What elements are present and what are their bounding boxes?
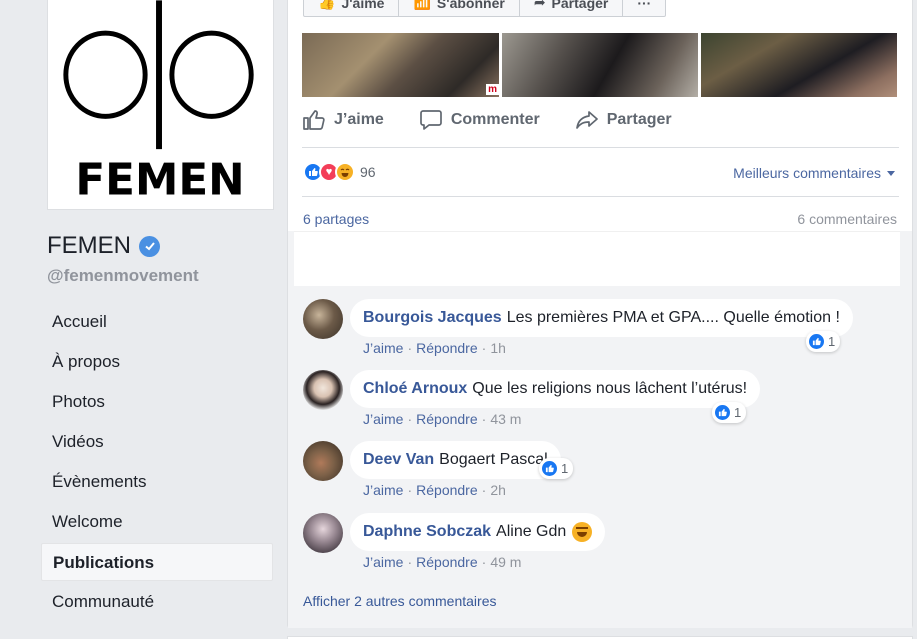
comment-author[interactable]: Daphne Sobczak [363,523,491,541]
post-photo-2[interactable] [502,33,698,97]
shares-count-link[interactable]: 6 partages [303,211,369,227]
avatar[interactable] [303,370,343,410]
comment-time[interactable]: 43 m [490,411,521,427]
reactions-summary[interactable]: ♥ 96 [303,162,376,182]
show-more-comments-link[interactable]: Afficher 2 autres commentaires [303,593,497,609]
comment-reaction-count[interactable]: 1 [712,402,747,423]
comment-reaction-count[interactable]: 1 [539,458,574,479]
comment-sort-label: Meilleurs commentaires [733,165,881,181]
comment-bubble: Bourgois Jacques Les premières PMA et GP… [350,299,853,337]
nav-item-videos[interactable]: Vidéos [41,423,273,461]
comment-reaction-count[interactable]: 1 [806,331,841,352]
comment-text: Les premières PMA et GPA.... Quelle émot… [506,309,840,326]
comment-label: Commenter [450,111,540,128]
more-options-button[interactable]: ··· [623,0,665,16]
comment-bubble: Deev Van Bogaert Pascal [350,441,561,479]
share-arrow-icon [575,111,598,129]
profile-picture[interactable]: FEMEN [47,0,274,210]
reaction-count: 1 [561,461,569,476]
comment-composer-area [294,231,900,286]
comment-author[interactable]: Bourgois Jacques [363,309,502,327]
femen-logo: FEMEN [63,0,254,206]
comment-reply-link[interactable]: Répondre [416,411,478,427]
divider [302,196,899,197]
comment-meta: J’aime · Répondre · 49 m [363,554,522,570]
page-handle[interactable]: @femenmovement [47,266,199,286]
post-card: 👍 J'aime 📶 S'abonner ➦ Partager ··· m J’… [287,0,913,628]
thumbs-up-icon: 👍 [318,0,336,10]
comment-sort-dropdown[interactable]: Meilleurs commentaires [733,165,895,181]
comment-like-link[interactable]: J’aime [363,340,403,356]
comment-bubble: Daphne Sobczak Aline Gdn [350,513,606,551]
grinning-emoji-icon [572,522,593,542]
like-reaction-icon [542,461,557,476]
nav-item-evenements[interactable]: Évènements [41,463,273,501]
page-nav: Accueil À propos Photos Vidéos Évènement… [41,303,273,623]
comment-like-link[interactable]: J’aime [363,411,403,427]
share-arrow-icon: ➦ [533,0,546,10]
post-photo-1[interactable]: m [302,33,499,97]
nav-item-photos[interactable]: Photos [41,383,273,421]
comment-like-link[interactable]: J’aime [363,482,403,498]
comment-bubble: Chloé Arnoux Que les religions nous lâch… [350,370,761,408]
comment-meta: J’aime · Répondre · 2h [363,482,506,498]
comment-time[interactable]: 2h [490,482,506,498]
page-name-text[interactable]: FEMEN [47,232,131,260]
comment-author[interactable]: Deev Van [363,451,434,469]
comment-meta: J’aime · Répondre · 43 m [363,411,522,427]
comment-time[interactable]: 49 m [490,554,521,570]
page-name[interactable]: FEMEN [47,232,160,260]
comment-reply-link[interactable]: Répondre [416,340,478,356]
post-photos: m [302,33,899,97]
avatar[interactable] [303,513,343,553]
logo-text: FEMEN [75,156,244,206]
avatar[interactable] [303,299,343,339]
comment-time[interactable]: 1h [490,340,506,356]
comment-like-link[interactable]: J’aime [363,554,403,570]
comment-text: Bogaert Pascal [439,451,548,468]
page-like-button[interactable]: 👍 J'aime [304,0,400,16]
reaction-count: 1 [734,405,742,420]
caret-down-icon [887,170,895,176]
photo-watermark: m [486,84,499,95]
thumbs-up-icon [303,110,325,130]
like-button[interactable]: J’aime [302,108,384,132]
nav-item-publications[interactable]: Publications [41,543,273,581]
comment-author[interactable]: Chloé Arnoux [363,380,467,398]
avatar[interactable] [303,441,343,481]
comment-text: Aline Gdn [496,523,567,540]
page-share-button[interactable]: ➦ Partager [520,0,624,16]
nav-item-welcome[interactable]: Welcome [41,503,273,541]
verified-badge-icon [139,235,160,257]
page-like-label: J'aime [341,0,385,11]
comment-bubble-icon [419,110,442,130]
nav-item-communaute[interactable]: Communauté [41,583,273,621]
comment-button[interactable]: Commenter [419,108,540,132]
comment-reply-link[interactable]: Répondre [416,554,478,570]
rss-icon: 📶 [413,0,431,10]
share-button[interactable]: Partager [575,108,672,132]
page: FEMEN FEMEN @femenmovement Accueil À pro… [0,0,917,639]
post-photo-3[interactable] [701,33,897,97]
nav-item-accueil[interactable]: Accueil [41,303,273,341]
like-reaction-icon [809,334,824,349]
comment-text: Que les religions nous lâchent l’utérus! [472,380,748,397]
comment-reply-link[interactable]: Répondre [416,482,478,498]
reactions-count: 96 [360,164,376,180]
like-label: J’aime [334,111,384,128]
nav-item-a-propos[interactable]: À propos [41,343,273,381]
subscribe-label: S'abonner [436,0,505,11]
divider [302,147,899,148]
page-share-label: Partager [551,0,609,11]
comment-meta: J’aime · Répondre · 1h [363,340,506,356]
comments-count-link[interactable]: 6 commentaires [797,211,897,227]
haha-reaction-icon [335,162,355,182]
page-action-buttons: 👍 J'aime 📶 S'abonner ➦ Partager ··· [303,0,667,17]
subscribe-button[interactable]: 📶 S'abonner [399,0,520,16]
post-actions: J’aime Commenter Partager [302,108,672,132]
share-label: Partager [606,111,672,128]
like-reaction-icon [715,405,730,420]
reaction-count: 1 [828,334,836,349]
